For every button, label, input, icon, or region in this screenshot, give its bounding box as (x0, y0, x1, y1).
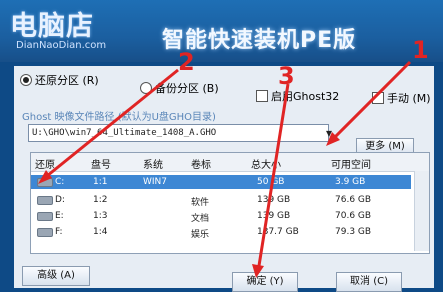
annotation-overlay (38, 60, 412, 278)
arrow-1 (328, 60, 412, 144)
arrow-2 (41, 68, 179, 182)
arrow-3 (256, 83, 290, 273)
annotation-1: 1 (412, 36, 429, 64)
annotation-3: 3 (278, 62, 295, 90)
annotation-2: 2 (178, 48, 195, 76)
arrowhead-icon (252, 264, 264, 278)
